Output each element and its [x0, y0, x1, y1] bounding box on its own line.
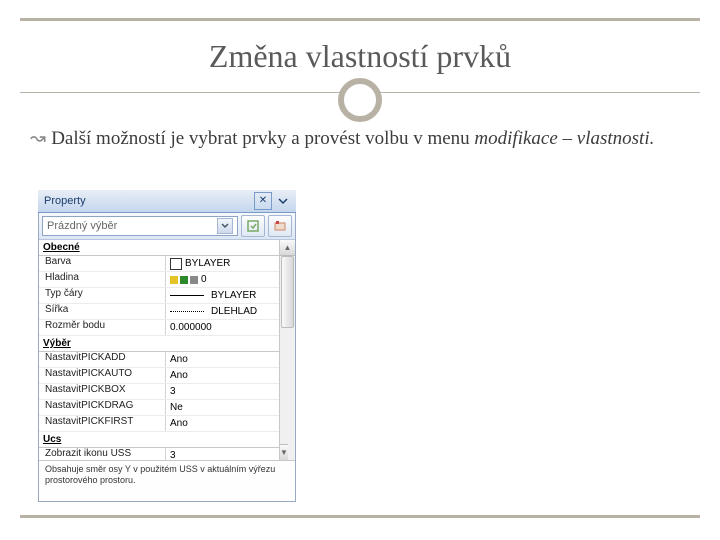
close-icon[interactable]: ✕ — [254, 192, 272, 210]
title-ornament-ring — [338, 78, 382, 122]
prop-key: Zobrazit ikonu USS — [39, 448, 165, 460]
section-general[interactable]: Obecné — [39, 240, 280, 256]
prop-value[interactable]: 3 — [165, 448, 280, 460]
scroll-down-icon[interactable]: ▼ — [280, 444, 288, 460]
prop-value[interactable]: BYLAYER — [165, 256, 280, 271]
toolbar-icon-1[interactable] — [241, 215, 265, 237]
lineweight-sample-icon — [170, 311, 204, 312]
section-selection[interactable]: Výběr — [39, 336, 280, 352]
prop-value[interactable]: Ne — [165, 400, 280, 415]
panel-toolbar: Prázdný výběr — [39, 213, 295, 240]
palette-icon — [170, 276, 198, 284]
prop-key: NastavitPICKFIRST — [39, 416, 165, 431]
prop-key: NastavitPICKDRAG — [39, 400, 165, 415]
panel-header[interactable]: Property ✕ — [38, 190, 296, 213]
prop-key: Typ čáry — [39, 288, 165, 303]
prop-key: NastavitPICKAUTO — [39, 368, 165, 383]
dropdown-icon[interactable] — [276, 194, 290, 208]
prop-value[interactable]: 0 — [165, 272, 280, 287]
panel-title: Property — [44, 195, 86, 207]
prop-key: Rozměr bodu — [39, 320, 165, 335]
prop-value[interactable]: Ano — [165, 368, 280, 383]
properties-panel: Property ✕ Prázdný výběr Obecné BarvaBYL… — [38, 190, 296, 500]
section-ucs[interactable]: Ucs — [39, 432, 280, 448]
prop-key: Šířka — [39, 304, 165, 319]
chevron-down-icon[interactable] — [217, 218, 233, 234]
panel-help-text: Obsahuje směr osy Y v použitém USS v akt… — [39, 460, 295, 501]
linetype-sample-icon — [170, 295, 204, 296]
prop-value[interactable]: Ano — [165, 352, 280, 367]
property-grid: Obecné BarvaBYLAYER Hladina0 Typ čáryBYL… — [39, 240, 295, 460]
selection-combo[interactable]: Prázdný výběr — [42, 216, 238, 236]
bullet-text: ↝ Další možností je vybrat prvky a prové… — [30, 126, 690, 152]
prop-value[interactable]: 0.000000 — [165, 320, 280, 335]
prop-value[interactable]: 3 — [165, 384, 280, 399]
color-swatch-icon — [170, 258, 182, 270]
toolbar-icon-2[interactable] — [268, 215, 292, 237]
prop-key: NastavitPICKADD — [39, 352, 165, 367]
prop-value[interactable]: DLEHLAD — [165, 304, 280, 319]
prop-value[interactable]: BYLAYER — [165, 288, 280, 303]
scroll-up-icon[interactable]: ▲ — [280, 240, 295, 256]
grid-scrollbar[interactable]: ▲ ▼ — [279, 240, 295, 460]
prop-key: Hladina — [39, 272, 165, 287]
scroll-thumb[interactable] — [281, 256, 294, 328]
page-title: Změna vlastností prvků — [0, 38, 720, 75]
bullet-marker: ↝ — [30, 128, 51, 149]
prop-value[interactable]: Ano — [165, 416, 280, 431]
prop-key: Barva — [39, 256, 165, 271]
prop-key: NastavitPICKBOX — [39, 384, 165, 399]
